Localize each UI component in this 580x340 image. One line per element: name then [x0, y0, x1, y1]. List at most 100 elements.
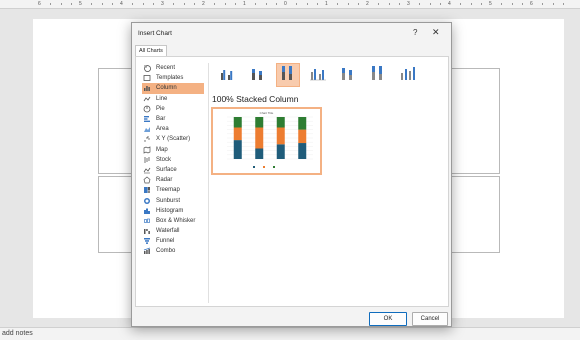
- ruler-tick: [214, 3, 216, 5]
- category-label: X Y (Scatter): [156, 136, 191, 143]
- subtype-button-1[interactable]: [216, 63, 240, 87]
- recent-icon: [142, 64, 151, 73]
- ruler-label: 2: [366, 1, 369, 7]
- ruler-label: 2: [202, 1, 205, 7]
- category-item-sunburst[interactable]: Sunburst: [142, 195, 204, 205]
- category-item-stock[interactable]: Stock: [142, 155, 204, 165]
- ruler-tick: [234, 3, 236, 5]
- ruler-tick: [306, 3, 308, 5]
- surface-chart-icon: [142, 166, 151, 174]
- scatter-chart-icon: [142, 135, 151, 143]
- subtype-button-3[interactable]: [276, 63, 300, 87]
- tab-all-charts[interactable]: All Charts: [135, 45, 167, 56]
- ruler-tick: [316, 3, 318, 5]
- ruler-tick: [275, 3, 277, 5]
- category-item-column[interactable]: Column: [142, 83, 204, 94]
- 3d-100-stacked-column-icon: [369, 64, 387, 87]
- 3d-column-icon: [399, 64, 417, 87]
- ruler-tick: [91, 3, 93, 5]
- ruler-label: 6: [38, 1, 41, 7]
- treemap-chart-icon: [142, 186, 151, 194]
- preview-bar-segment: [276, 144, 285, 159]
- notes-pane[interactable]: add notes: [0, 327, 580, 340]
- ruler-tick: [60, 3, 62, 5]
- ruler-tick: [224, 3, 226, 5]
- category-item-radar[interactable]: Radar: [142, 175, 204, 185]
- category-item-funnel[interactable]: Funnel: [142, 236, 204, 246]
- bar-chart-icon: [142, 115, 151, 123]
- category-label: Templates: [156, 75, 184, 82]
- ruler-tick: [255, 3, 257, 5]
- category-label: Line: [156, 95, 168, 102]
- ruler-tick: [552, 3, 554, 5]
- close-icon[interactable]: ✕: [432, 27, 440, 38]
- ruler-tick: [439, 3, 441, 5]
- category-item-recent[interactable]: Recent: [142, 63, 204, 73]
- subtype-title: 100% Stacked Column: [212, 94, 299, 104]
- category-label: Column: [156, 85, 177, 92]
- ruler-tick: [183, 3, 185, 5]
- subtype-button-4[interactable]: [306, 63, 330, 87]
- preview-bar-segment: [255, 127, 264, 149]
- ruler-tick: [337, 3, 339, 5]
- ruler-tick: [357, 3, 359, 5]
- category-label: Recent: [156, 65, 176, 72]
- 3d-stacked-column-icon: [339, 64, 357, 87]
- category-item-surface[interactable]: Surface: [142, 165, 204, 175]
- category-label: Stock: [156, 156, 172, 163]
- category-item-x-y-scatter[interactable]: X Y (Scatter): [142, 134, 204, 144]
- subtype-button-5[interactable]: [336, 63, 360, 87]
- ruler-label: 4: [120, 1, 123, 7]
- subtype-button-6[interactable]: [366, 63, 390, 87]
- category-label: Combo: [156, 248, 176, 255]
- ruler-tick: [193, 3, 195, 5]
- category-item-templates[interactable]: Templates: [142, 73, 204, 83]
- ruler-label: 1: [243, 1, 246, 7]
- subtype-button-2[interactable]: [246, 63, 270, 87]
- pie-chart-icon: [142, 105, 151, 113]
- funnel-chart-icon: [142, 237, 151, 245]
- ruler-tick: [501, 3, 503, 5]
- category-item-map[interactable]: Map: [142, 145, 204, 155]
- help-icon[interactable]: ?: [413, 28, 417, 37]
- category-label: Funnel: [156, 238, 175, 245]
- category-item-histogram[interactable]: Histogram: [142, 206, 204, 216]
- category-item-treemap[interactable]: Treemap: [142, 185, 204, 195]
- histogram-chart-icon: [142, 207, 151, 215]
- ruler-label: 3: [407, 1, 410, 7]
- area-chart-icon: [142, 125, 151, 133]
- category-item-line[interactable]: Line: [142, 94, 204, 104]
- category-item-bar[interactable]: Bar: [142, 114, 204, 124]
- ok-button[interactable]: OK: [369, 312, 407, 326]
- cancel-button[interactable]: Cancel: [412, 312, 448, 326]
- ruler-tick: [419, 3, 421, 5]
- ruler-tick: [111, 3, 113, 5]
- preview-bar-segment: [298, 129, 307, 144]
- category-item-pie[interactable]: Pie: [142, 104, 204, 114]
- subtype-button-7[interactable]: [396, 63, 420, 87]
- subtype-gallery: [216, 63, 426, 87]
- chart-preview[interactable]: Chart Title: [211, 107, 322, 175]
- category-label: Area: [156, 126, 169, 133]
- preview-bar-segment: [276, 127, 285, 145]
- category-label: Histogram: [156, 207, 184, 214]
- ruler-tick: [511, 3, 513, 5]
- ruler-label: 4: [448, 1, 451, 7]
- category-item-area[interactable]: Area: [142, 124, 204, 134]
- line-chart-icon: [142, 95, 151, 103]
- category-item-box-whisker[interactable]: Box & Whisker: [142, 216, 204, 226]
- category-item-combo[interactable]: Combo: [142, 246, 204, 256]
- ruler-tick: [460, 3, 462, 5]
- preview-bar-segment: [233, 127, 242, 141]
- preview-bar-segment: [255, 117, 264, 128]
- ruler-tick: [296, 3, 298, 5]
- column-chart-icon: [142, 84, 151, 92]
- category-item-waterfall[interactable]: Waterfall: [142, 226, 204, 236]
- ruler-label: 5: [79, 1, 82, 7]
- ruler: 6 5 4 3 2 1 0 1 2 3 4 5 6: [0, 0, 580, 9]
- ruler-tick: [347, 3, 349, 5]
- category-label: Surface: [156, 166, 177, 173]
- ruler-tick: [562, 3, 564, 5]
- preview-bar-segment: [233, 140, 242, 159]
- preview-plot: [227, 116, 313, 168]
